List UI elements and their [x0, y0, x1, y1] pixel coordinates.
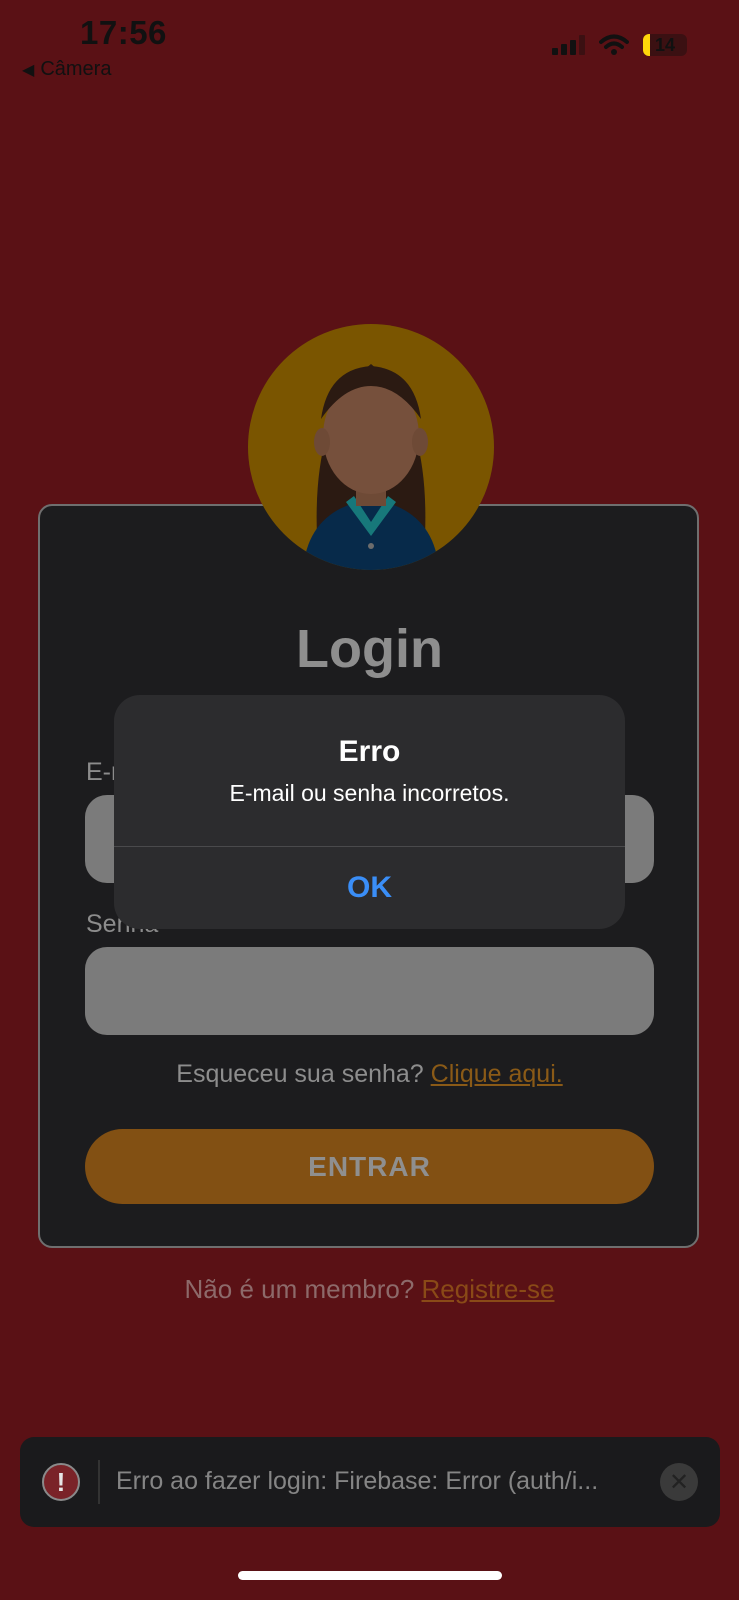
status-indicators: 14: [552, 34, 687, 56]
battery-level-text: 14: [654, 35, 676, 55]
status-bar: 17:56 ◀ Câmera 14: [0, 0, 739, 90]
error-icon: !: [42, 1463, 80, 1501]
close-icon[interactable]: ✕: [660, 1463, 698, 1501]
forgot-password-link[interactable]: Clique aqui.: [431, 1060, 563, 1088]
error-toast: ! Erro ao fazer login: Firebase: Error (…: [20, 1437, 720, 1527]
alert-message: E-mail ou senha incorretos.: [229, 780, 510, 806]
login-submit-button[interactable]: ENTRAR: [85, 1129, 654, 1204]
alert-title: Erro: [338, 735, 401, 768]
home-indicator[interactable]: [238, 1571, 502, 1580]
back-arrow-icon: ◀: [22, 62, 35, 79]
avatar-illustration: [303, 364, 439, 570]
error-alert-dialog: Erro E-mail ou senha incorretos. OK: [114, 695, 625, 929]
status-time: 17:56: [80, 14, 167, 51]
forgot-password-text: Esqueceu sua senha?: [176, 1060, 424, 1088]
wifi-icon: [599, 34, 629, 55]
back-app-label: Câmera: [40, 58, 112, 80]
toast-divider: [98, 1460, 100, 1504]
woman-avatar-icon: [248, 324, 494, 570]
back-to-app-link[interactable]: ◀ Câmera: [22, 58, 111, 81]
battery-icon: 14: [643, 34, 687, 56]
cellular-signal-icon: [552, 35, 585, 55]
alert-ok-button[interactable]: OK: [114, 847, 625, 929]
login-title: Login: [296, 619, 443, 679]
forgot-password-row: Esqueceu sua senha? Clique aqui.: [0, 1060, 739, 1089]
toast-message: Erro ao fazer login: Firebase: Error (au…: [116, 1467, 599, 1495]
register-prompt-text: Não é um membro?: [184, 1274, 415, 1304]
password-field[interactable]: [85, 947, 654, 1035]
register-row: Não é um membro? Registre-se: [0, 1274, 739, 1305]
register-link[interactable]: Registre-se: [422, 1274, 555, 1304]
